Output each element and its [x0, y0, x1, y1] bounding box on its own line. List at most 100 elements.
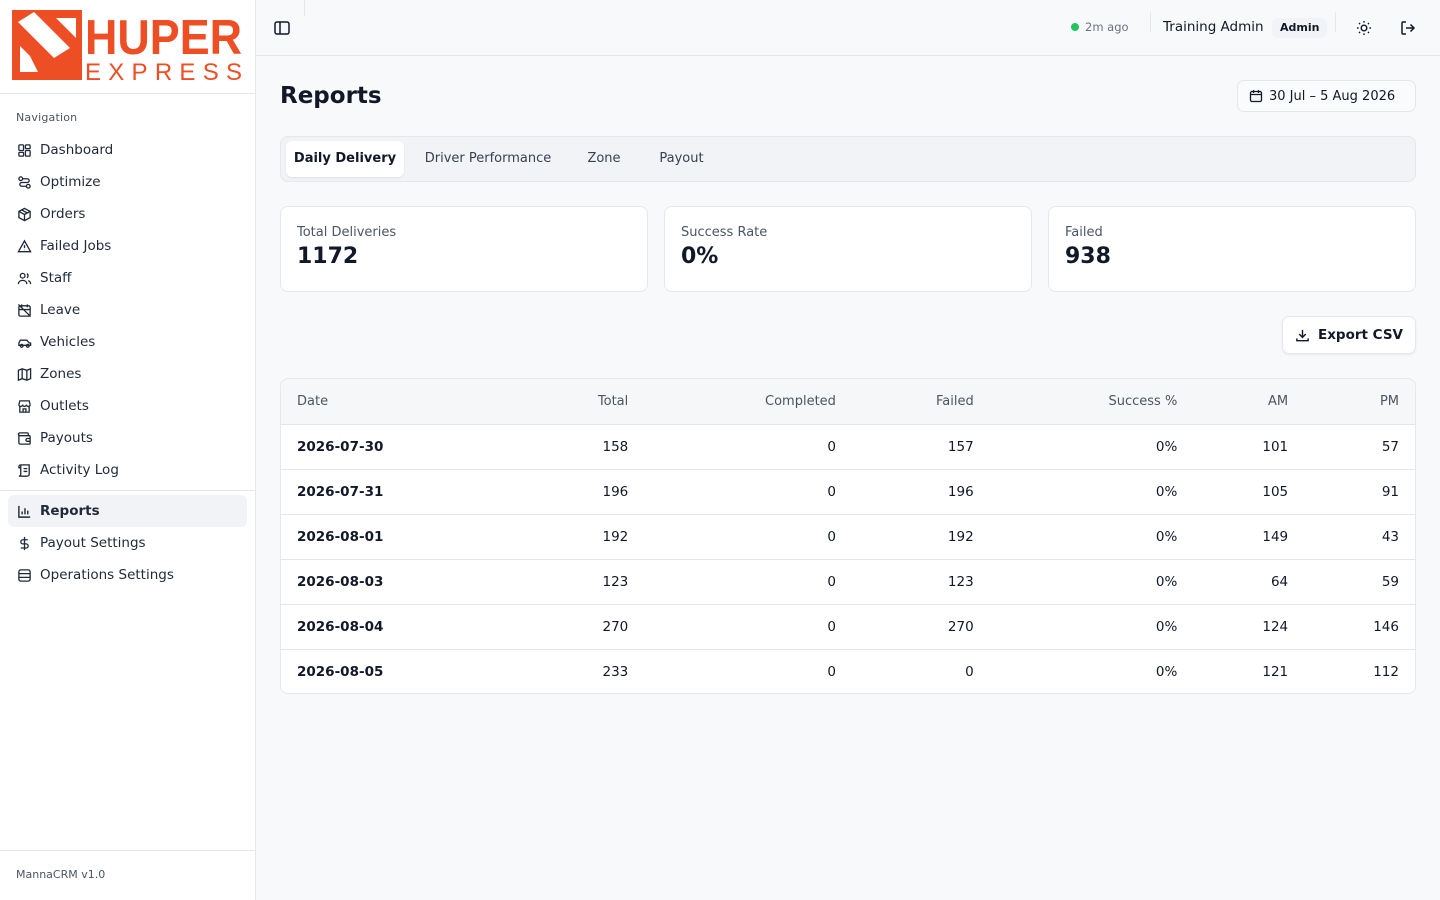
sidebar-item-label: Operations Settings	[40, 567, 174, 583]
sidebar-item-leave[interactable]: Leave	[8, 294, 247, 326]
table-row: 2026-07-31 196 0 196 0% 105 91	[281, 468, 1415, 514]
cell-success: 0%	[989, 513, 1194, 559]
sidebar-item-orders[interactable]: Orders	[8, 198, 247, 230]
cell-date: 2026-08-05	[281, 648, 461, 693]
user-name: Training Admin	[1163, 19, 1264, 35]
panel-left-icon	[274, 21, 290, 35]
stat-card-failed: Failed 938	[1048, 206, 1416, 292]
tab-zone[interactable]: Zone	[576, 141, 632, 177]
cell-am: 64	[1193, 558, 1305, 604]
cell-success: 0%	[989, 558, 1194, 604]
svg-text:EXPRESS: EXPRESS	[85, 59, 242, 82]
cell-success: 0%	[1155, 438, 1178, 455]
dollar-icon	[16, 535, 32, 551]
theme-toggle-button[interactable]	[1354, 18, 1374, 38]
top-bar: 2m ago Training Admin Admin	[256, 0, 1440, 56]
cell-pm: 112	[1304, 648, 1415, 693]
cell-pm: 146	[1304, 603, 1415, 649]
sync-status: 2m ago	[1071, 20, 1129, 34]
cell-pm: 43	[1304, 513, 1415, 559]
sidebar-nav: Dashboard Optimize Orders Failed Jobs St…	[0, 134, 255, 591]
status-dot	[1071, 23, 1079, 31]
report-tabs: Daily Delivery Driver Performance Zone P…	[280, 136, 1416, 182]
cell-total: 233	[460, 648, 645, 693]
cell-completed: 0	[644, 603, 852, 649]
column-header-pm[interactable]: PM	[1304, 379, 1415, 425]
cell-total: 192	[460, 513, 645, 559]
sidebar-item-payouts[interactable]: Payouts	[8, 422, 247, 454]
car-icon	[16, 334, 32, 350]
logout-button[interactable]	[1398, 18, 1418, 38]
sidebar-item-vehicles[interactable]: Vehicles	[8, 326, 247, 358]
sidebar-item-label: Optimize	[40, 174, 101, 190]
table-row: 2026-08-01 192 0 192 0% 149 43	[281, 513, 1415, 559]
cell-completed: 0	[827, 438, 836, 455]
scroll-icon	[16, 462, 32, 478]
tab-driver-performance[interactable]: Driver Performance	[412, 141, 564, 177]
topbar-separator	[304, 0, 305, 16]
cell-date: 2026-08-03	[281, 558, 461, 604]
calendar-off-icon	[16, 302, 32, 318]
sidebar-item-dashboard[interactable]: Dashboard	[8, 134, 247, 166]
cell-failed: 123	[851, 558, 990, 604]
sidebar-toggle-button[interactable]	[272, 18, 292, 38]
table-row: 2026-08-05 233 0 0 0% 121 112	[281, 648, 1415, 693]
sidebar-item-reports[interactable]: Reports	[8, 495, 247, 527]
stat-label: Success Rate	[681, 225, 768, 240]
cell-total: 158	[602, 438, 629, 455]
sidebar-item-label: Outlets	[40, 398, 89, 414]
sidebar-item-failed-jobs[interactable]: Failed Jobs	[8, 230, 247, 262]
column-header-failed[interactable]: Failed	[851, 379, 990, 425]
sidebar-item-label: Payouts	[40, 430, 93, 446]
cell-date: 2026-08-04	[281, 603, 461, 649]
cell-date: 2026-07-30	[297, 438, 384, 455]
cell-success: 0%	[989, 648, 1194, 693]
sidebar-item-label: Dashboard	[40, 142, 114, 158]
stat-value: 1172	[297, 244, 359, 269]
cell-failed: 0	[851, 648, 990, 693]
column-header-am[interactable]: AM	[1193, 379, 1305, 425]
sun-icon	[1357, 21, 1371, 35]
column-header-success[interactable]: Success %	[989, 379, 1194, 425]
dashboard-grid-icon	[16, 142, 32, 158]
bar-chart-icon	[16, 503, 32, 519]
stat-label: Failed	[1065, 225, 1103, 240]
sidebar-item-zones[interactable]: Zones	[8, 358, 247, 390]
date-range-picker[interactable]: 30 Jul – 5 Aug 2026	[1237, 80, 1416, 112]
sidebar-item-operations-settings[interactable]: Operations Settings	[8, 559, 247, 591]
cell-am: 121	[1193, 648, 1305, 693]
sidebar-item-outlets[interactable]: Outlets	[8, 390, 247, 422]
sidebar-item-label: Staff	[40, 270, 72, 286]
export-csv-button[interactable]: Export CSV	[1282, 316, 1416, 354]
nav-section-label: Navigation	[16, 111, 78, 124]
header-divider	[1150, 12, 1151, 32]
logout-icon	[1401, 21, 1416, 35]
column-header-date[interactable]: Date	[281, 379, 461, 425]
cell-failed: 157	[947, 438, 974, 455]
sidebar-item-activity-log[interactable]: Activity Log	[8, 454, 247, 486]
sidebar-item-label: Vehicles	[40, 334, 96, 350]
cell-total: 196	[460, 468, 645, 514]
huper-express-logo: HUPER EXPRESS	[12, 10, 242, 82]
download-icon	[1296, 329, 1309, 341]
tab-daily-delivery[interactable]: Daily Delivery	[286, 141, 404, 177]
sidebar-item-label: Failed Jobs	[40, 238, 112, 254]
cell-completed: 0	[644, 558, 852, 604]
column-header-completed[interactable]: Completed	[644, 379, 852, 425]
nav-divider	[0, 490, 255, 491]
sidebar-item-optimize[interactable]: Optimize	[8, 166, 247, 198]
page-title: Reports	[280, 83, 382, 109]
brand-logo[interactable]: HUPER EXPRESS	[0, 0, 255, 94]
map-icon	[16, 366, 32, 382]
column-header-total[interactable]: Total	[460, 379, 645, 425]
date-range-text: 30 Jul – 5 Aug 2026	[1269, 88, 1396, 104]
app-version: MannaCRM v1.0	[0, 850, 255, 900]
cell-pm: 91	[1304, 468, 1415, 514]
sidebar-item-payout-settings[interactable]: Payout Settings	[8, 527, 247, 559]
tab-payout[interactable]: Payout	[644, 141, 719, 177]
cell-failed: 270	[851, 603, 990, 649]
cell-failed: 192	[851, 513, 990, 559]
wallet-icon	[16, 430, 32, 446]
users-icon	[16, 270, 32, 286]
sidebar-item-staff[interactable]: Staff	[8, 262, 247, 294]
